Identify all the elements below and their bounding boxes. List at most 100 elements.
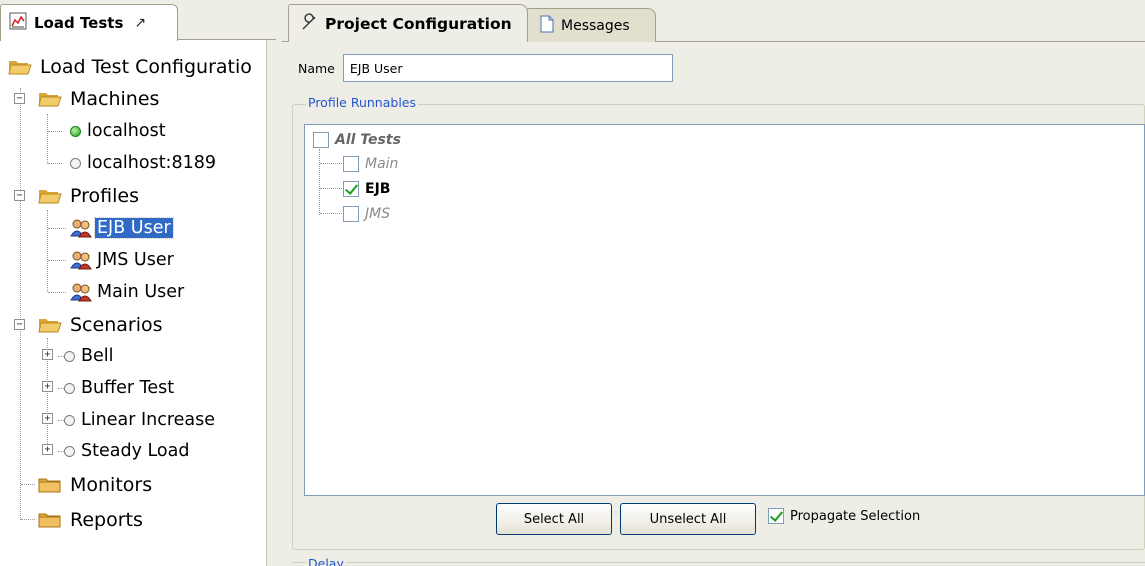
tree-guide <box>320 163 342 164</box>
collapse-icon[interactable]: − <box>14 93 25 104</box>
tree-guide <box>48 163 62 164</box>
name-label: Name <box>298 60 335 76</box>
tree-item-monitors[interactable]: Monitors <box>38 472 154 498</box>
tree-guide <box>58 355 64 357</box>
runnable-jms[interactable]: JMS <box>343 203 390 225</box>
tree-item-machines-label: Machines <box>70 88 160 110</box>
open-folder-icon <box>38 91 62 107</box>
expand-icon[interactable]: + <box>42 444 53 455</box>
tree-guide <box>48 131 62 132</box>
tree-guide <box>58 450 64 452</box>
tree-item-localhost[interactable]: localhost <box>70 118 168 144</box>
profile-label: EJB User <box>94 217 174 239</box>
tree-item-bell[interactable]: Bell <box>58 343 116 369</box>
editor-panel: Messages Project Configuration Name Prof… <box>282 0 1145 566</box>
main-checkbox[interactable] <box>343 156 359 172</box>
tree-item-profiles[interactable]: Profiles <box>38 183 141 209</box>
unselect-all-button[interactable]: Unselect All <box>620 503 756 535</box>
left-tab-bar: Load Tests ↗ <box>0 0 276 41</box>
open-folder-icon <box>38 317 62 333</box>
tree-item-scenarios-label: Scenarios <box>70 314 163 336</box>
tree-guide <box>48 260 66 261</box>
tab-messages[interactable]: Messages <box>526 8 656 42</box>
profile-label: JMS User <box>97 250 174 270</box>
tab-project-configuration-label: Project Configuration <box>325 14 512 33</box>
scenario-status-icon <box>64 350 75 362</box>
tree-item-scenarios[interactable]: Scenarios <box>38 312 165 338</box>
tree-item-reports[interactable]: Reports <box>38 507 145 533</box>
tree-guide <box>20 328 21 520</box>
collapse-icon[interactable]: − <box>14 190 25 201</box>
folder-icon <box>38 477 62 493</box>
app-window: Load Tests ↗ Load Test Configuratio − Ma… <box>0 0 1145 566</box>
users-icon <box>70 282 92 302</box>
tab-messages-label: Messages <box>561 17 630 34</box>
runnable-label: Main <box>365 156 399 172</box>
tree-guide <box>21 484 35 485</box>
load-test-tree: Load Test Configuratio − Machines localh… <box>0 40 266 566</box>
tree-item-ejb-user[interactable]: EJB User <box>70 215 174 241</box>
tree-item-main-user[interactable]: Main User <box>70 279 186 305</box>
open-folder-icon <box>38 188 62 204</box>
all-tests-checkbox[interactable] <box>313 132 329 148</box>
load-tests-icon <box>9 12 27 34</box>
users-icon <box>70 218 92 238</box>
tab-project-configuration[interactable]: Project Configuration <box>288 4 528 42</box>
tab-load-tests-label: Load Tests <box>34 14 124 32</box>
delay-group <box>292 562 1145 566</box>
ejb-checkbox[interactable] <box>343 181 359 197</box>
runnable-label: JMS <box>365 206 391 222</box>
runnable-label: EJB <box>365 181 391 197</box>
machine-label: localhost <box>87 121 166 141</box>
scenario-status-icon <box>64 382 75 394</box>
tree-item-machines[interactable]: Machines <box>38 86 161 112</box>
expand-icon[interactable]: + <box>42 413 53 424</box>
editor-tab-bar: Messages Project Configuration <box>282 0 1145 42</box>
wrench-icon <box>301 12 319 35</box>
select-all-button[interactable]: Select All <box>496 503 612 535</box>
tree-guide <box>20 88 21 328</box>
propagate-selection[interactable]: Propagate Selection <box>768 508 920 524</box>
scenario-label: Steady Load <box>81 441 190 461</box>
runnable-all-tests[interactable]: All Tests <box>313 129 401 151</box>
tree-item-profiles-label: Profiles <box>70 185 139 207</box>
expand-icon[interactable]: + <box>42 349 53 360</box>
tree-item-reports-label: Reports <box>70 509 143 531</box>
panel-splitter[interactable] <box>266 40 276 566</box>
online-status-icon <box>70 125 81 137</box>
runnable-main[interactable]: Main <box>343 153 398 175</box>
tree-guide <box>21 519 35 520</box>
name-field[interactable] <box>342 54 673 82</box>
profile-label: Main User <box>97 282 185 302</box>
tree-item-monitors-label: Monitors <box>70 474 153 496</box>
runnable-ejb[interactable]: EJB <box>343 178 390 200</box>
scenario-label: Buffer Test <box>81 378 175 398</box>
document-icon <box>539 15 555 37</box>
pin-icon[interactable]: ↗ <box>134 15 146 31</box>
runnables-tree: All Tests Main EJB JMS <box>304 124 1145 496</box>
tree-item-linear-increase[interactable]: Linear Increase <box>58 407 217 433</box>
tab-load-tests[interactable]: Load Tests ↗ <box>0 4 178 41</box>
tree-guide <box>320 188 342 189</box>
tree-item-steady-load[interactable]: Steady Load <box>58 438 191 464</box>
tree-item-jms-user[interactable]: JMS User <box>70 247 176 273</box>
expand-icon[interactable]: + <box>42 381 53 392</box>
collapse-icon[interactable]: − <box>14 319 25 330</box>
propagate-selection-label: Propagate Selection <box>790 508 921 524</box>
tree-item-localhost-8189[interactable]: localhost:8189 <box>70 150 218 176</box>
scenario-label: Linear Increase <box>81 410 216 430</box>
tree-root[interactable]: Load Test Configuratio <box>8 54 254 80</box>
scenario-status-icon <box>64 445 75 457</box>
tree-guide <box>58 387 64 389</box>
propagate-selection-checkbox[interactable] <box>768 508 784 524</box>
users-icon <box>70 250 92 270</box>
name-row: Name <box>298 54 673 82</box>
tree-item-buffer-test[interactable]: Buffer Test <box>58 375 176 401</box>
jms-checkbox[interactable] <box>343 206 359 222</box>
runnable-label: All Tests <box>335 132 401 148</box>
folder-icon <box>38 512 62 528</box>
tree-root-label: Load Test Configuratio <box>40 56 252 78</box>
scenario-label: Bell <box>81 346 114 366</box>
tree-guide <box>48 228 66 229</box>
scenario-status-icon <box>64 414 75 426</box>
